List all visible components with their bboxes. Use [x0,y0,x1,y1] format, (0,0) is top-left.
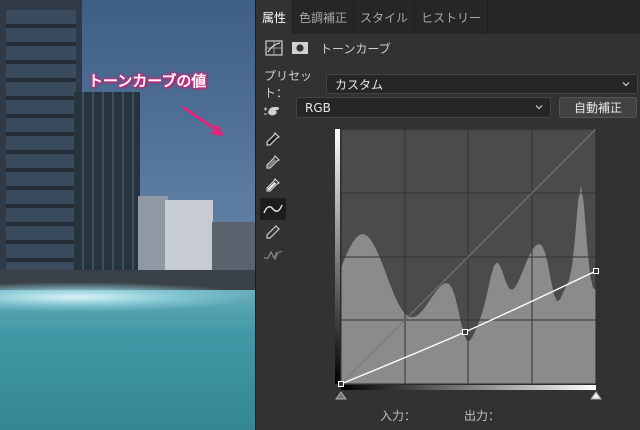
channel-value: RGB [305,100,331,115]
water-crest [0,282,255,312]
black-point-eyedropper-icon[interactable] [260,128,286,150]
panel-header: トーンカーブ [264,38,391,58]
panel-tabs: 属性 色調補正 スタイル ヒストリー [256,0,640,34]
target-adjust-hand-icon[interactable] [260,100,286,122]
adjustment-layer-icon[interactable] [264,39,284,57]
curve-control-point[interactable] [338,381,344,387]
curve-graph[interactable] [335,129,603,405]
pencil-draw-icon[interactable] [260,221,286,243]
auto-button[interactable]: 自動補正 [559,97,637,118]
curve-point-tool-icon[interactable] [260,198,286,220]
white-point-eyedropper-icon[interactable] [260,174,286,196]
channel-row: RGB 自動補正 [256,97,640,119]
curve-control-point[interactable] [462,329,468,335]
input-gradient-bar [341,385,596,390]
preset-value: カスタム [335,77,384,92]
preset-dropdown[interactable]: カスタム [326,74,638,94]
properties-panel: 属性 色調補正 スタイル ヒストリー トーンカーブ プリセット： カスタム RG… [255,0,640,430]
smooth-curve-icon[interactable] [260,244,286,266]
curve-control-point[interactable] [593,268,599,274]
black-input-slider[interactable] [335,391,347,400]
white-input-slider[interactable] [590,391,602,400]
image-canvas: トーンカーブの値 [0,0,255,430]
building-glass-tower [74,92,140,300]
preset-row: プリセット： カスタム [264,69,638,100]
tab-adjustments[interactable]: 色調補正 [293,0,355,34]
annotation-text: トーンカーブの値 [88,72,207,90]
input-output-row: 入力： 出力： [256,407,640,425]
gray-point-eyedropper-icon[interactable] [260,151,286,173]
annotation-arrow-icon [182,106,224,136]
output-label: 出力： [464,409,501,423]
preset-label: プリセット： [264,69,313,100]
output-gradient-bar [335,129,340,384]
tab-history[interactable]: ヒストリー [415,0,489,34]
chevron-down-icon [622,82,630,87]
channel-dropdown[interactable]: RGB [296,97,551,118]
tab-properties[interactable]: 属性 [256,0,294,34]
chevron-down-icon [535,105,543,110]
input-label: 入力： [380,409,417,423]
building-left-windows [6,10,76,290]
mask-icon[interactable] [290,39,310,57]
panel-title: トーンカーブ [320,41,391,56]
tab-styles[interactable]: スタイル [354,0,416,34]
